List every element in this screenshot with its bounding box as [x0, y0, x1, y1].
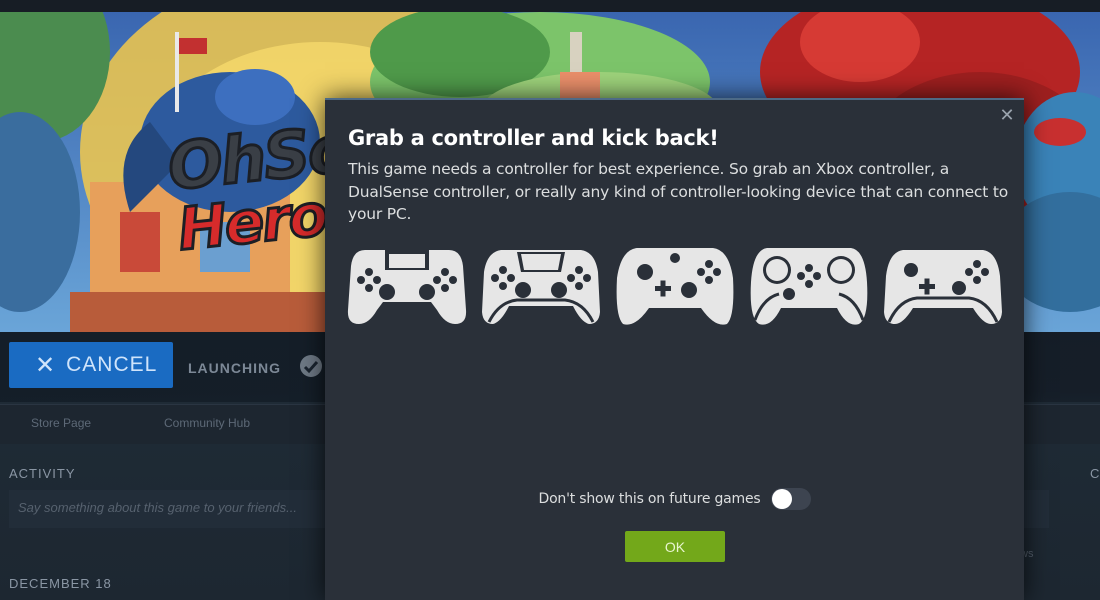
controller-illustrations: [347, 242, 1003, 330]
window-top-bar: [0, 0, 1100, 12]
dont-show-toggle[interactable]: [770, 488, 811, 510]
controller-required-dialog: ✕ Grab a controller and kick back! This …: [325, 98, 1024, 600]
toggle-knob: [771, 489, 792, 509]
xbox-controller-icon: [616, 248, 734, 325]
cancel-label: CANCEL: [66, 353, 158, 376]
dualsense-controller-icon: [482, 250, 600, 324]
dont-show-row: Don't show this on future games: [325, 486, 1024, 512]
cloud-sync-icon: [300, 355, 322, 377]
close-x-icon: ✕: [35, 351, 57, 379]
steam-controller-icon: [750, 248, 868, 325]
close-icon[interactable]: ✕: [998, 106, 1016, 124]
date-heading: DECEMBER 18: [9, 576, 112, 591]
switch-pro-controller-icon: [884, 250, 1002, 324]
launch-status: LAUNCHING: [188, 360, 281, 376]
activity-heading: ACTIVITY: [9, 466, 76, 481]
dialog-title: Grab a controller and kick back!: [348, 126, 719, 150]
dont-show-label: Don't show this on future games: [538, 491, 761, 507]
dualshock-controller-icon: [347, 250, 467, 324]
ok-button[interactable]: OK: [625, 531, 725, 562]
cancel-button[interactable]: ✕ CANCEL: [9, 342, 173, 388]
subnav-store-page[interactable]: Store Page: [31, 416, 91, 430]
subnav-community-hub[interactable]: Community Hub: [164, 416, 250, 430]
right-panel-heading: C: [1090, 466, 1100, 481]
dialog-body: This game needs a controller for best ex…: [348, 160, 1008, 223]
